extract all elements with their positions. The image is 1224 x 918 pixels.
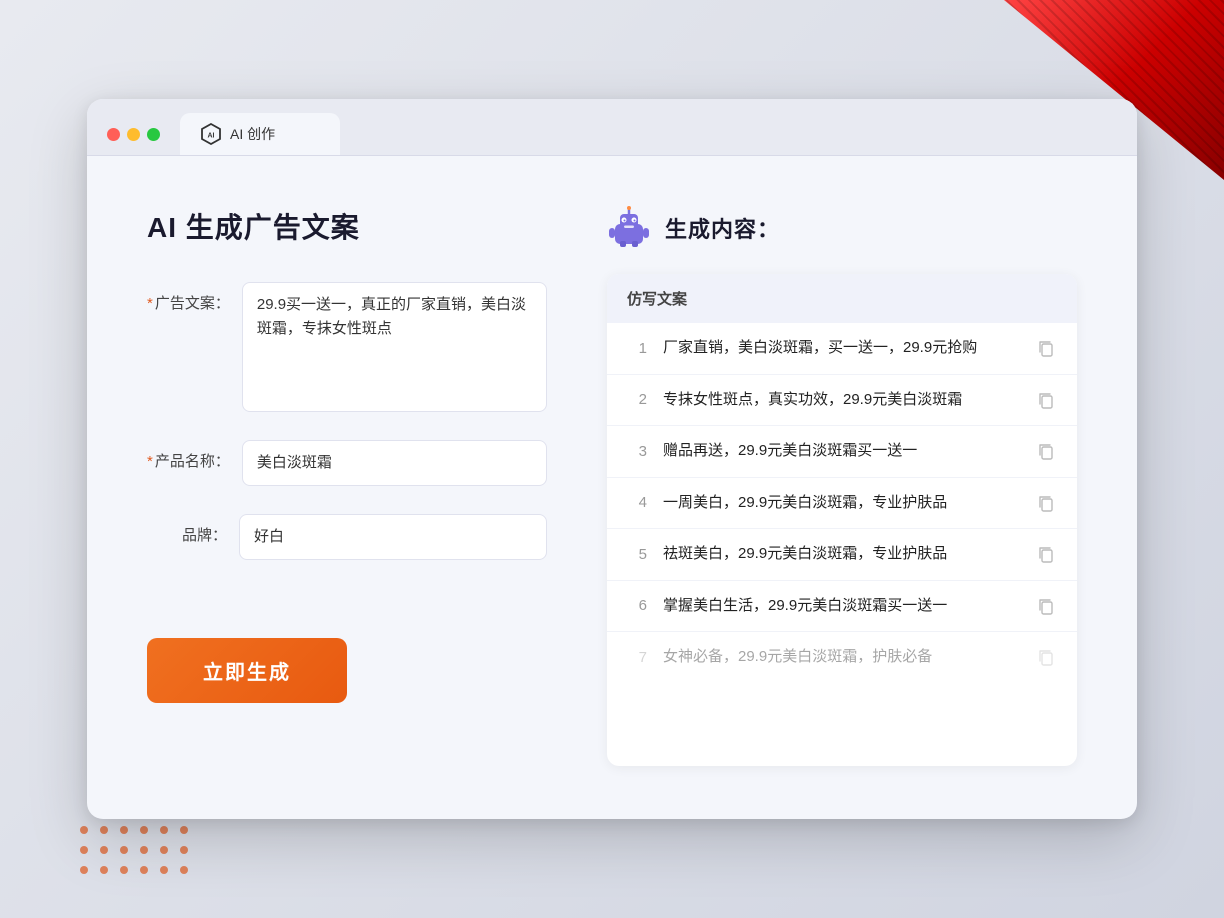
table-row: 7 女神必备，29.9元美白淡斑霜，护肤必备 bbox=[607, 632, 1077, 683]
row-number: 7 bbox=[627, 649, 647, 666]
product-name-required: * bbox=[147, 453, 153, 470]
copy-icon[interactable] bbox=[1035, 595, 1057, 617]
copy-icon[interactable] bbox=[1035, 646, 1057, 668]
brand-input[interactable] bbox=[239, 514, 547, 560]
table-row: 4 一周美白，29.9元美白淡斑霜，专业护肤品 bbox=[607, 478, 1077, 530]
row-text: 厂家直销，美白淡斑霜，买一送一，29.9元抢购 bbox=[663, 337, 1019, 360]
row-text: 专抹女性斑点，真实功效，29.9元美白淡斑霜 bbox=[663, 389, 1019, 412]
browser-window: AI AI 创作 AI 生成广告文案 *广告文案： *产品名称： bbox=[87, 99, 1137, 819]
row-number: 5 bbox=[627, 546, 647, 563]
table-row: 2 专抹女性斑点，真实功效，29.9元美白淡斑霜 bbox=[607, 375, 1077, 427]
row-text: 一周美白，29.9元美白淡斑霜，专业护肤品 bbox=[663, 492, 1019, 515]
ad-copy-required: * bbox=[147, 295, 153, 312]
result-table-header: 仿写文案 bbox=[607, 274, 1077, 323]
table-row: 1 厂家直销，美白淡斑霜，买一送一，29.9元抢购 bbox=[607, 323, 1077, 375]
row-number: 2 bbox=[627, 391, 647, 408]
row-text: 掌握美白生活，29.9元美白淡斑霜买一送一 bbox=[663, 595, 1019, 618]
maximize-button[interactable] bbox=[147, 128, 160, 141]
product-name-input[interactable] bbox=[242, 440, 547, 486]
result-title: 生成内容： bbox=[665, 212, 780, 244]
copy-icon[interactable] bbox=[1035, 337, 1057, 359]
result-table: 仿写文案 1 厂家直销，美白淡斑霜，买一送一，29.9元抢购 2 专抹女性斑点，真实… bbox=[607, 274, 1077, 766]
ad-copy-input[interactable] bbox=[242, 282, 547, 412]
generate-button[interactable]: 立即生成 bbox=[147, 638, 347, 703]
row-number: 6 bbox=[627, 597, 647, 614]
brand-label: 品牌： bbox=[147, 514, 227, 545]
ad-copy-label: *广告文案： bbox=[147, 282, 230, 313]
copy-icon[interactable] bbox=[1035, 389, 1057, 411]
row-number: 3 bbox=[627, 443, 647, 460]
page-title: AI 生成广告文案 bbox=[147, 206, 547, 246]
row-text: 女神必备，29.9元美白淡斑霜，护肤必备 bbox=[663, 646, 1019, 669]
row-text: 祛斑美白，29.9元美白淡斑霜，专业护肤品 bbox=[663, 543, 1019, 566]
product-name-label: *产品名称： bbox=[147, 440, 230, 471]
row-number: 1 bbox=[627, 340, 647, 357]
row-number: 4 bbox=[627, 494, 647, 511]
left-panel: AI 生成广告文案 *广告文案： *产品名称： 品牌： 立 bbox=[147, 206, 547, 766]
close-button[interactable] bbox=[107, 128, 120, 141]
product-name-group: *产品名称： bbox=[147, 440, 547, 486]
result-header: 生成内容： bbox=[607, 206, 1077, 250]
right-panel: 生成内容： 仿写文案 1 厂家直销，美白淡斑霜，买一送一，29.9元抢购 2 专抹女… bbox=[607, 206, 1077, 766]
minimize-button[interactable] bbox=[127, 128, 140, 141]
row-text: 赠品再送，29.9元美白淡斑霜买一送一 bbox=[663, 440, 1019, 463]
copy-icon[interactable] bbox=[1035, 440, 1057, 462]
robot-icon bbox=[607, 206, 651, 250]
copy-icon[interactable] bbox=[1035, 492, 1057, 514]
bg-decoration-dots bbox=[80, 826, 192, 878]
tab-title: AI 创作 bbox=[230, 124, 275, 144]
table-row: 5 祛斑美白，29.9元美白淡斑霜，专业护肤品 bbox=[607, 529, 1077, 581]
svg-text:AI: AI bbox=[208, 133, 215, 140]
result-rows-container: 1 厂家直销，美白淡斑霜，买一送一，29.9元抢购 2 专抹女性斑点，真实功效，29… bbox=[607, 323, 1077, 683]
traffic-lights bbox=[107, 128, 160, 155]
table-row: 6 掌握美白生活，29.9元美白淡斑霜买一送一 bbox=[607, 581, 1077, 633]
brand-group: 品牌： bbox=[147, 514, 547, 560]
table-row: 3 赠品再送，29.9元美白淡斑霜买一送一 bbox=[607, 426, 1077, 478]
copy-icon[interactable] bbox=[1035, 543, 1057, 565]
main-content: AI 生成广告文案 *广告文案： *产品名称： 品牌： 立 bbox=[87, 156, 1137, 816]
browser-chrome: AI AI 创作 bbox=[87, 99, 1137, 156]
browser-tab[interactable]: AI AI 创作 bbox=[180, 113, 340, 155]
ad-copy-group: *广告文案： bbox=[147, 282, 547, 412]
ai-tab-icon: AI bbox=[200, 123, 222, 145]
